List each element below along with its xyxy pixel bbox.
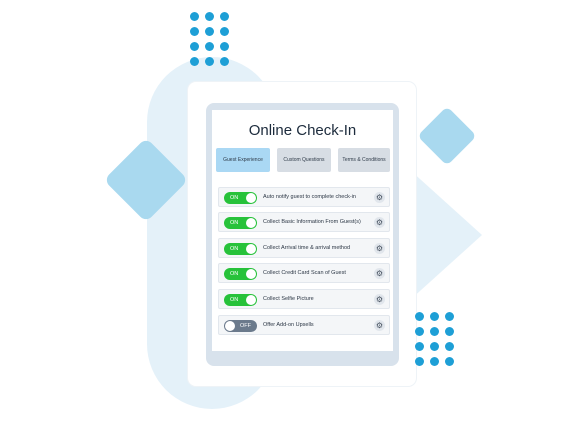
gear-icon[interactable]: ⚙ <box>374 294 385 305</box>
dot <box>205 12 214 21</box>
toggle-knob <box>246 244 256 254</box>
dot <box>445 312 454 321</box>
toggle-switch[interactable]: ON <box>224 294 257 306</box>
dot <box>445 327 454 336</box>
gear-icon[interactable]: ⚙ <box>374 192 385 203</box>
option-label: Collect Arrival time & arrival method <box>263 245 351 251</box>
dot <box>445 357 454 366</box>
dot-grid-bottom <box>415 312 454 366</box>
toggle-switch[interactable]: ON <box>224 217 257 229</box>
dot <box>220 27 229 36</box>
tab-guest-experience[interactable]: Guest Experience <box>216 148 270 172</box>
toggle-state-label: ON <box>230 195 239 201</box>
option-label: Collect Basic Information From Guest(s) <box>263 219 361 225</box>
dot <box>430 357 439 366</box>
option-row-arrival-time: ON Collect Arrival time & arrival method… <box>218 238 390 258</box>
toggle-state-label: ON <box>230 246 239 252</box>
dot <box>205 42 214 51</box>
dot <box>415 342 424 351</box>
dot <box>205 27 214 36</box>
gear-icon[interactable]: ⚙ <box>374 217 385 228</box>
toggle-state-label: ON <box>230 297 239 303</box>
option-label: Offer Add-on Upsells <box>263 322 314 328</box>
dot <box>220 42 229 51</box>
dot <box>220 12 229 21</box>
toggle-knob <box>246 295 256 305</box>
toggle-state-label: OFF <box>240 323 251 329</box>
dot <box>220 57 229 66</box>
option-row-selfie: ON Collect Selfie Picture ⚙ <box>218 289 390 309</box>
toggle-knob <box>246 269 256 279</box>
dot <box>430 312 439 321</box>
options-list: ON Auto notify guest to complete check-i… <box>214 183 391 349</box>
option-label: Collect Selfie Picture <box>263 296 314 302</box>
dot <box>190 12 199 21</box>
toggle-state-label: ON <box>230 220 239 226</box>
page-title: Online Check-In <box>248 122 357 139</box>
dot <box>190 57 199 66</box>
option-row-basic-info: ON Collect Basic Information From Guest(… <box>218 212 390 232</box>
gear-icon[interactable]: ⚙ <box>374 243 385 254</box>
option-label: Collect Credit Card Scan of Guest <box>263 270 346 276</box>
dot-grid-top <box>190 12 229 66</box>
background-diamond-right <box>417 106 477 166</box>
dot <box>415 327 424 336</box>
dot <box>430 327 439 336</box>
dot <box>430 342 439 351</box>
dot <box>445 342 454 351</box>
option-row-auto-notify: ON Auto notify guest to complete check-i… <box>218 187 390 207</box>
toggle-switch[interactable]: ON <box>224 192 257 204</box>
dot <box>415 357 424 366</box>
toggle-state-label: ON <box>230 271 239 277</box>
toggle-switch[interactable]: OFF <box>224 320 257 332</box>
dot <box>190 27 199 36</box>
toggle-knob <box>246 218 256 228</box>
toggle-switch[interactable]: ON <box>224 268 257 280</box>
toggle-knob <box>225 321 235 331</box>
tab-custom-questions[interactable]: Custom Questions <box>277 148 331 172</box>
option-row-credit-card: ON Collect Credit Card Scan of Guest ⚙ <box>218 263 390 283</box>
background-triangle-shape <box>410 170 482 300</box>
toggle-knob <box>246 193 256 203</box>
option-row-upsells: OFF Offer Add-on Upsells ⚙ <box>218 315 390 335</box>
option-label: Auto notify guest to complete check-in <box>263 194 356 200</box>
gear-icon[interactable]: ⚙ <box>374 268 385 279</box>
toggle-switch[interactable]: ON <box>224 243 257 255</box>
dot <box>190 42 199 51</box>
online-checkin-card: Online Check-In Guest Experience Custom … <box>206 103 399 366</box>
dot <box>205 57 214 66</box>
card-content: Online Check-In Guest Experience Custom … <box>212 110 393 351</box>
tab-terms-conditions[interactable]: Terms & Conditions <box>338 148 390 172</box>
gear-icon[interactable]: ⚙ <box>374 320 385 331</box>
dot <box>415 312 424 321</box>
